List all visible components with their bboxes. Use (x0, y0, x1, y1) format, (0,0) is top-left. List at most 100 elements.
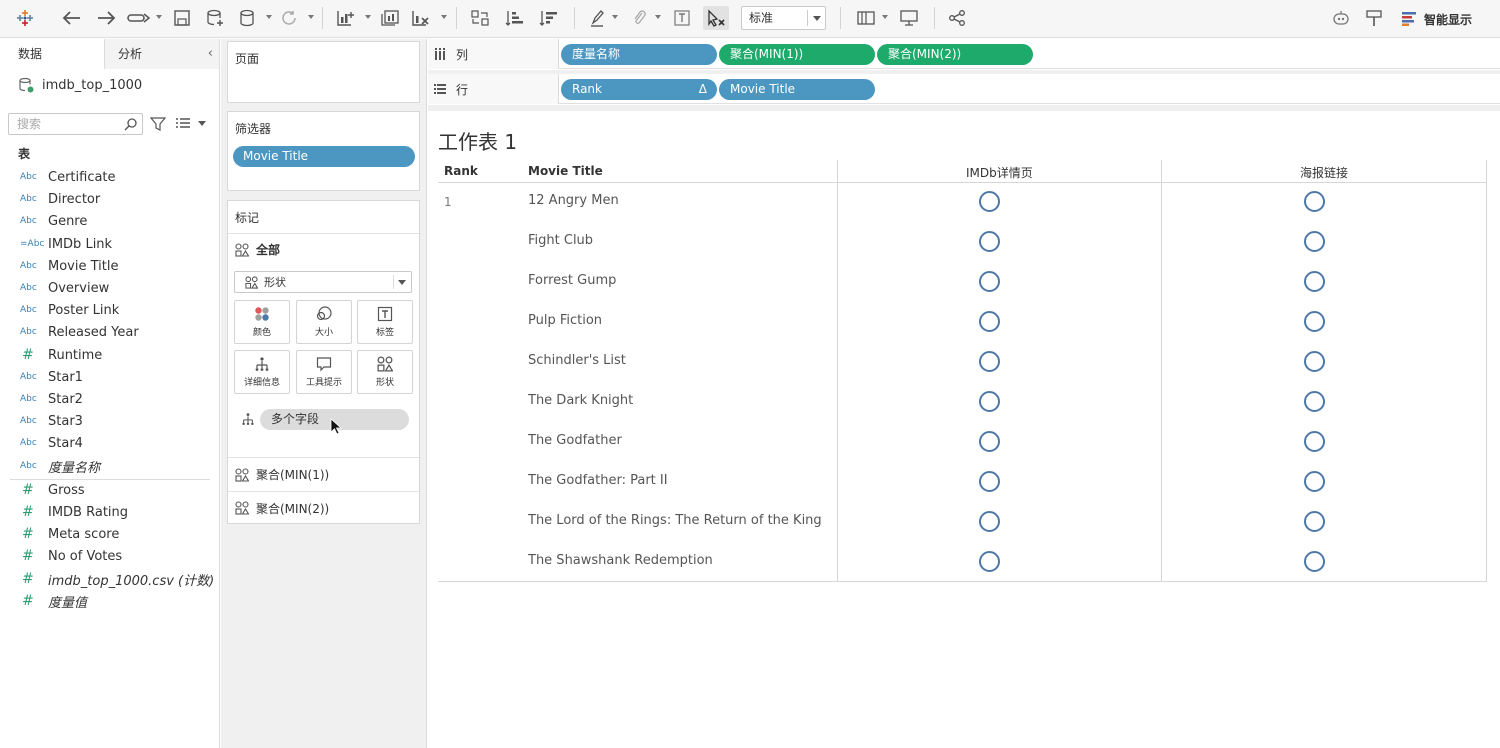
imdb-link-mark[interactable] (979, 551, 1000, 572)
field-item[interactable]: Abc Overview (0, 278, 219, 298)
marks-tab-agg1[interactable]: 聚合(MIN(1)) (228, 457, 419, 491)
movie-title-cell[interactable]: Pulp Fiction (528, 313, 602, 328)
new-worksheet-caret-icon[interactable] (365, 15, 371, 19)
field-item[interactable]: # imdb_top_1000.csv (计数) (0, 569, 219, 589)
save-icon[interactable] (171, 6, 193, 30)
field-item[interactable]: Abc Star3 (0, 411, 219, 431)
new-datasource-icon[interactable] (204, 6, 226, 30)
field-item[interactable]: # IMDB Rating (0, 502, 219, 522)
imdb-link-mark[interactable] (979, 231, 1000, 252)
presentation-icon[interactable] (898, 6, 920, 30)
duplicate-sheet-icon[interactable] (379, 6, 401, 30)
clear-sheet-caret-icon[interactable] (441, 15, 447, 19)
field-item[interactable]: Abc 度量名称 (0, 456, 219, 476)
rows-shelf[interactable]: 行 Rank Δ Movie Title (428, 74, 1500, 104)
imdb-link-mark[interactable] (979, 511, 1000, 532)
share-icon[interactable] (946, 6, 968, 30)
label-button[interactable]: 标签 (357, 300, 413, 344)
tab-analysis[interactable]: 分析 ‹ (105, 39, 219, 69)
refresh-icon[interactable] (278, 6, 300, 30)
header-imdb-page[interactable]: IMDb详情页 (966, 164, 1033, 181)
sort-ascending-icon[interactable] (504, 6, 526, 30)
tooltip-button[interactable]: 工具提示 (296, 350, 352, 394)
row-pill-rank[interactable]: Rank Δ (561, 79, 717, 100)
header-movie-title[interactable]: Movie Title (528, 164, 603, 178)
poster-link-mark[interactable] (1304, 191, 1325, 212)
datasource-icon[interactable] (237, 6, 259, 30)
imdb-link-mark[interactable] (979, 431, 1000, 452)
group-caret-icon[interactable] (655, 15, 661, 19)
field-item[interactable]: Abc Star1 (0, 367, 219, 387)
field-item[interactable]: =Abc IMDb Link (0, 234, 219, 254)
filter-pill-movie-title[interactable]: Movie Title (233, 146, 415, 167)
poster-link-mark[interactable] (1304, 471, 1325, 492)
refresh-caret-icon[interactable] (308, 15, 314, 19)
movie-title-cell[interactable]: Forrest Gump (528, 273, 616, 288)
poster-link-mark[interactable] (1304, 311, 1325, 332)
datasource-item[interactable]: imdb_top_1000 (18, 75, 142, 95)
forward-icon[interactable] (126, 6, 152, 30)
movie-title-cell[interactable]: The Shawshank Redemption (528, 553, 713, 568)
movie-title-cell[interactable]: The Godfather: Part II (528, 473, 668, 488)
imdb-link-mark[interactable] (979, 351, 1000, 372)
highlight-icon[interactable] (587, 6, 609, 30)
show-me-button[interactable]: 智能显示 (1402, 9, 1472, 29)
undo-icon[interactable] (60, 6, 84, 30)
imdb-link-mark[interactable] (979, 271, 1000, 292)
movie-title-cell[interactable]: The Dark Knight (528, 393, 633, 408)
field-item[interactable]: # No of Votes (0, 546, 219, 566)
tab-data[interactable]: 数据 (0, 39, 105, 69)
field-item[interactable]: Abc Genre (0, 211, 219, 231)
datasource-caret-icon[interactable] (266, 15, 272, 19)
new-worksheet-icon[interactable] (335, 6, 357, 30)
poster-link-mark[interactable] (1304, 231, 1325, 252)
poster-link-mark[interactable] (1304, 391, 1325, 412)
poster-link-mark[interactable] (1304, 551, 1325, 572)
column-pill-agg1[interactable]: 聚合(MIN(1)) (719, 44, 875, 65)
chevron-left-icon[interactable]: ‹ (208, 39, 213, 69)
search-field[interactable] (8, 113, 143, 135)
header-poster-link[interactable]: 海报链接 (1300, 164, 1348, 181)
forward-caret-icon[interactable] (156, 15, 162, 19)
shape-button[interactable]: 形状 (357, 350, 413, 394)
pin-icon[interactable] (1363, 6, 1385, 30)
field-item[interactable]: Abc Movie Title (0, 256, 219, 276)
field-item[interactable]: # Meta score (0, 524, 219, 544)
field-item[interactable]: Abc Poster Link (0, 300, 219, 320)
tableau-logo-icon[interactable] (14, 6, 36, 30)
poster-link-mark[interactable] (1304, 351, 1325, 372)
label-icon[interactable] (671, 6, 693, 30)
clear-sheet-icon[interactable] (410, 6, 432, 30)
column-pill-measure-names[interactable]: 度量名称 (561, 44, 717, 65)
field-item[interactable]: Abc Released Year (0, 322, 219, 342)
poster-link-mark[interactable] (1304, 431, 1325, 452)
swap-icon[interactable] (469, 6, 491, 30)
header-rank[interactable]: Rank (444, 164, 478, 178)
show-cards-caret-icon[interactable] (882, 15, 888, 19)
movie-title-cell[interactable]: Schindler's List (528, 353, 626, 368)
view-options-icon[interactable] (175, 117, 191, 131)
columns-shelf[interactable]: 列 度量名称 聚合(MIN(1)) 聚合(MIN(2)) (428, 39, 1500, 69)
detail-button[interactable]: 详细信息 (234, 350, 290, 394)
movie-title-cell[interactable]: The Godfather (528, 433, 622, 448)
bot-icon[interactable] (1330, 6, 1352, 30)
field-item[interactable]: # 度量值 (0, 591, 219, 611)
redo-icon[interactable] (94, 6, 118, 30)
imdb-link-mark[interactable] (979, 471, 1000, 492)
poster-link-mark[interactable] (1304, 511, 1325, 532)
movie-title-cell[interactable]: 12 Angry Men (528, 193, 619, 208)
field-item[interactable]: Abc Certificate (0, 167, 219, 187)
mark-type-select[interactable]: 形状 (234, 271, 412, 293)
sort-descending-icon[interactable] (538, 6, 560, 30)
row-pill-movie-title[interactable]: Movie Title (719, 79, 875, 100)
filters-card[interactable]: 筛选器 Movie Title (227, 111, 420, 191)
size-button[interactable]: 大小 (296, 300, 352, 344)
search-input[interactable] (9, 114, 119, 134)
imdb-link-mark[interactable] (979, 391, 1000, 412)
imdb-link-mark[interactable] (979, 311, 1000, 332)
pages-card[interactable]: 页面 (227, 41, 420, 103)
imdb-link-mark[interactable] (979, 191, 1000, 212)
show-cards-icon[interactable] (855, 6, 877, 30)
field-item[interactable]: Abc Director (0, 189, 219, 209)
sheet-title[interactable]: 工作表 1 (438, 126, 517, 155)
